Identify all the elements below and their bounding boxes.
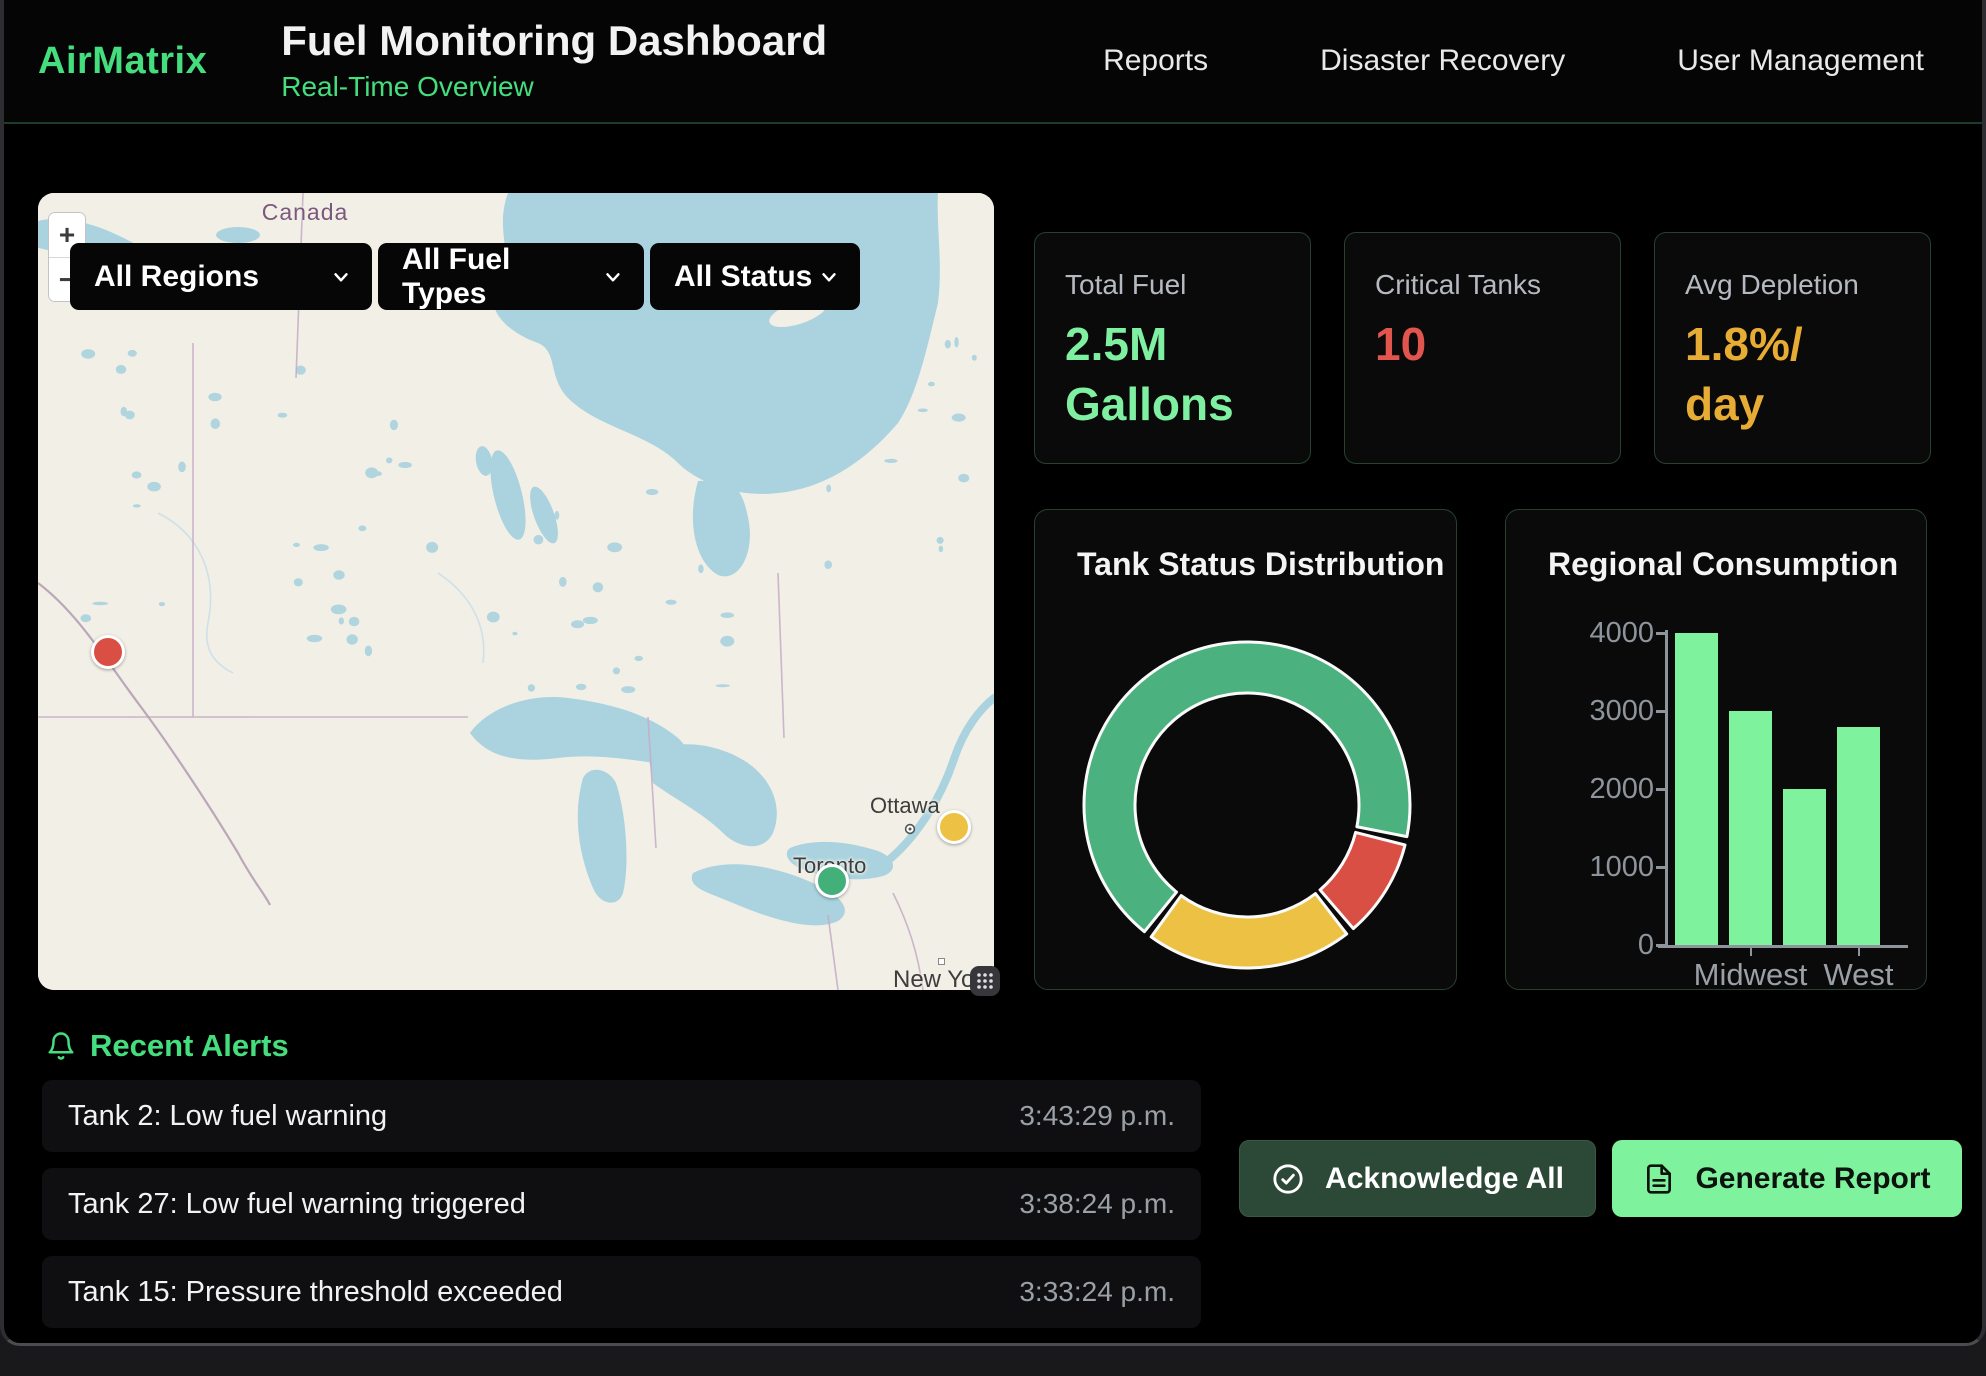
nav-user-management[interactable]: User Management — [1677, 44, 1924, 78]
stat-label: Total Fuel — [1065, 269, 1280, 301]
bar — [1837, 727, 1880, 945]
check-circle-icon — [1271, 1162, 1305, 1196]
y-tick-mark — [1656, 788, 1665, 791]
title-block: Fuel Monitoring Dashboard Real-Time Over… — [281, 19, 827, 102]
x-tick-label: West — [1769, 957, 1949, 993]
page-subtitle: Real-Time Overview — [281, 71, 827, 103]
nav-reports[interactable]: Reports — [1103, 44, 1208, 78]
main-nav: Reports Disaster Recovery User Managemen… — [1103, 44, 1924, 78]
regional-consumption-card: Regional Consumption 01000200030004000Mi… — [1505, 509, 1927, 990]
filter-fuel-types-value: All Fuel Types — [402, 243, 602, 311]
alert-row: Tank 2: Low fuel warning 3:43:29 p.m. — [42, 1080, 1201, 1152]
filter-status-value: All Status — [674, 260, 812, 294]
stat-label: Avg Depletion — [1685, 269, 1900, 301]
map-marker-warning[interactable] — [937, 810, 971, 844]
y-tick-mark — [1656, 632, 1665, 635]
map-resize-handle[interactable] — [970, 966, 1000, 996]
bar — [1729, 711, 1772, 945]
alert-message: Tank 27: Low fuel warning triggered — [68, 1188, 526, 1221]
app-logo: AirMatrix — [38, 40, 207, 83]
document-icon — [1643, 1163, 1675, 1195]
map-panel[interactable]: Canada Ottawa Toronto New York + − All R… — [38, 193, 994, 990]
alert-timestamp: 3:33:24 p.m. — [1019, 1276, 1175, 1308]
donut-segment-warning — [1151, 894, 1347, 968]
alert-message: Tank 2: Low fuel warning — [68, 1100, 387, 1133]
y-axis-line — [1665, 630, 1668, 947]
town-symbol-ottawa — [904, 823, 916, 835]
stat-value: 10 — [1375, 315, 1590, 375]
grip-dots-icon — [974, 970, 996, 992]
town-symbol-new-york — [938, 958, 945, 965]
alert-row: Tank 15: Pressure threshold exceeded 3:3… — [42, 1256, 1201, 1328]
stat-label: Critical Tanks — [1375, 269, 1590, 301]
filter-status-select[interactable]: All Status — [650, 243, 860, 310]
generate-report-button[interactable]: Generate Report — [1612, 1140, 1962, 1217]
y-tick-mark — [1656, 866, 1665, 869]
map-label-ottawa: Ottawa — [870, 793, 940, 819]
stat-card-total-fuel: Total Fuel 2.5M Gallons — [1034, 232, 1311, 464]
alert-timestamp: 3:43:29 p.m. — [1019, 1100, 1175, 1132]
y-tick-label: 2000 — [1544, 774, 1654, 804]
filter-regions-select[interactable]: All Regions — [70, 243, 372, 310]
alerts-header: Recent Alerts — [46, 1028, 289, 1064]
nav-disaster-recovery[interactable]: Disaster Recovery — [1320, 44, 1565, 78]
bar — [1783, 789, 1826, 945]
alert-row: Tank 27: Low fuel warning triggered 3:38… — [42, 1168, 1201, 1240]
page-title: Fuel Monitoring Dashboard — [281, 19, 827, 63]
x-tick-mark — [1750, 947, 1753, 956]
filter-regions-value: All Regions — [94, 260, 259, 294]
filter-fuel-types-select[interactable]: All Fuel Types — [378, 243, 644, 310]
stat-value: 2.5M Gallons — [1065, 315, 1280, 435]
header: AirMatrix Fuel Monitoring Dashboard Real… — [4, 0, 1982, 124]
x-tick-mark — [1858, 947, 1861, 956]
map-label-canada: Canada — [240, 199, 370, 226]
y-tick-label: 0 — [1544, 930, 1654, 960]
stat-card-critical-tanks: Critical Tanks 10 — [1344, 232, 1621, 464]
chevron-down-icon — [330, 266, 352, 288]
y-tick-label: 3000 — [1544, 696, 1654, 726]
map-marker-critical[interactable] — [91, 635, 125, 669]
alert-timestamp: 3:38:24 p.m. — [1019, 1188, 1175, 1220]
map-marker-normal[interactable] — [815, 864, 849, 898]
alerts-title: Recent Alerts — [90, 1028, 289, 1064]
y-tick-label: 1000 — [1544, 852, 1654, 882]
chevron-down-icon — [818, 266, 840, 288]
bell-icon — [46, 1031, 76, 1061]
stat-card-avg-depletion: Avg Depletion 1.8%/ day — [1654, 232, 1931, 464]
y-tick-label: 4000 — [1544, 618, 1654, 648]
tank-status-card: Tank Status Distribution — [1034, 509, 1457, 990]
acknowledge-all-label: Acknowledge All — [1325, 1162, 1564, 1196]
alert-message: Tank 15: Pressure threshold exceeded — [68, 1276, 563, 1309]
bar — [1675, 633, 1718, 945]
acknowledge-all-button[interactable]: Acknowledge All — [1239, 1140, 1596, 1217]
y-tick-mark — [1656, 944, 1665, 947]
x-axis-line — [1658, 945, 1908, 948]
chevron-down-icon — [602, 266, 624, 288]
stat-value: 1.8%/ day — [1685, 315, 1900, 435]
donut-chart — [1035, 510, 1458, 991]
dashboard-root: AirMatrix Fuel Monitoring Dashboard Real… — [0, 0, 1986, 1346]
bar-chart: 01000200030004000MidwestWest — [1506, 510, 1926, 989]
y-tick-mark — [1656, 710, 1665, 713]
generate-report-label: Generate Report — [1695, 1162, 1930, 1196]
